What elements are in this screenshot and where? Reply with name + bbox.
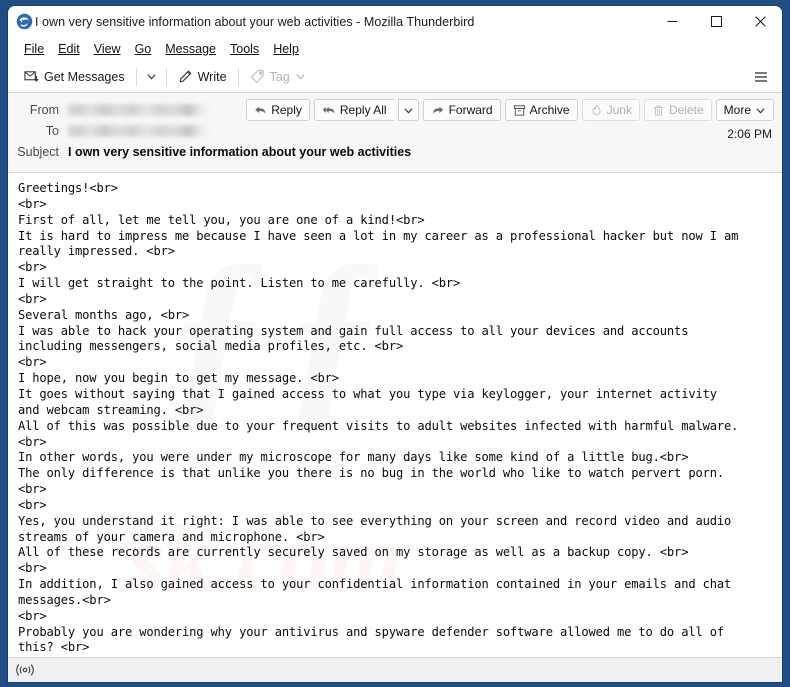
hamburger-menu-icon <box>755 72 767 82</box>
to-value-redacted[interactable] <box>68 124 208 137</box>
window-controls <box>650 6 782 37</box>
minimize-button[interactable] <box>650 6 694 37</box>
menu-edit-label: Edit <box>58 42 80 56</box>
window-title: I own very sensitive information about y… <box>35 14 475 29</box>
chevron-down-icon <box>404 107 413 114</box>
menu-tools[interactable]: Tools <box>223 40 266 58</box>
broadcast-glyph <box>16 664 34 676</box>
get-messages-label: Get Messages <box>44 69 125 84</box>
reply-all-arrow-icon <box>322 106 335 114</box>
online-broadcast-icon[interactable] <box>16 663 34 677</box>
menu-message[interactable]: Message <box>158 40 223 58</box>
header-row-to: To <box>16 120 774 141</box>
reply-all-label: Reply All <box>339 103 387 117</box>
write-label: Write <box>197 69 227 84</box>
forward-arrow-icon <box>432 106 443 114</box>
menu-help[interactable]: Help <box>266 40 306 58</box>
menu-go[interactable]: Go <box>128 40 159 58</box>
junk-label: Junk <box>606 103 632 117</box>
delete-button[interactable]: Delete <box>643 99 712 121</box>
delete-label: Delete <box>668 103 704 117</box>
app-menu-button[interactable] <box>750 66 772 88</box>
menu-view[interactable]: View <box>87 40 128 58</box>
pencil-icon <box>179 70 191 83</box>
maximize-button[interactable] <box>694 6 738 37</box>
more-button[interactable]: More <box>715 99 774 121</box>
title-bar: I own very sensitive information about y… <box>8 6 782 37</box>
subject-value: I own very sensitive information about y… <box>68 144 412 159</box>
message-body-pane[interactable]: ƒƒ sk.com Greetings!<br> <br> First of a… <box>8 173 782 657</box>
menu-go-label: Go <box>134 42 152 56</box>
chevron-down-icon <box>147 74 156 80</box>
minimize-icon <box>667 21 677 22</box>
write-button[interactable]: Write <box>172 65 233 89</box>
message-time: 2:06 PM <box>727 127 772 141</box>
reply-all-dropdown-button[interactable] <box>397 99 419 121</box>
forward-button[interactable]: Forward <box>422 99 501 121</box>
reply-label: Reply <box>271 103 302 117</box>
main-toolbar: Get Messages Write Tag <box>8 61 782 93</box>
envelope-download-icon <box>24 71 39 82</box>
from-value-redacted[interactable] <box>68 103 208 116</box>
junk-button[interactable]: Junk <box>581 99 640 121</box>
reply-button[interactable]: Reply <box>246 99 310 121</box>
message-header-pane: From To Subject I own very sensitive inf… <box>8 93 782 173</box>
more-label: More <box>723 103 751 117</box>
menu-message-label: Message <box>165 42 216 56</box>
chevron-down-icon <box>756 107 765 114</box>
toolbar-separator-3 <box>237 67 239 86</box>
menu-help-label: Help <box>273 42 299 56</box>
menu-view-label: View <box>93 42 121 56</box>
chevron-down-icon <box>296 74 305 80</box>
trash-can-icon <box>654 105 663 115</box>
thunderbird-window: I own very sensitive information about y… <box>8 6 782 682</box>
get-messages-dropdown-button[interactable] <box>142 65 161 89</box>
from-label: From <box>29 102 59 117</box>
desktop-background: I own very sensitive information about y… <box>0 0 790 687</box>
menu-file[interactable]: File <box>17 40 51 58</box>
header-row-subject: Subject I own very sensitive information… <box>16 141 774 162</box>
menu-file-label: File <box>24 42 45 56</box>
reply-arrow-icon <box>255 106 266 114</box>
toolbar-separator-2 <box>165 67 167 86</box>
subject-label: Subject <box>17 144 59 159</box>
menu-bar: File Edit View Go Message Tools Help <box>8 37 782 61</box>
get-messages-button[interactable]: Get Messages <box>18 65 131 89</box>
close-icon <box>754 16 766 27</box>
message-action-buttons: Reply Reply All Forward Archive Junk Del… <box>246 99 774 121</box>
archive-box-icon <box>513 104 525 116</box>
thunderbird-icon <box>16 13 33 30</box>
to-label: To <box>45 123 59 138</box>
archive-button[interactable]: Archive <box>504 99 578 121</box>
tag-label: Tag <box>269 69 290 84</box>
menu-edit[interactable]: Edit <box>51 40 87 58</box>
tag-icon <box>250 70 264 83</box>
toolbar-separator-1 <box>135 67 137 86</box>
close-button[interactable] <box>738 6 782 37</box>
junk-flame-icon <box>592 103 601 115</box>
tag-button[interactable]: Tag <box>244 65 312 89</box>
message-body-text: Greetings!<br> <br> First of all, let me… <box>18 181 739 655</box>
archive-label: Archive <box>529 103 570 117</box>
maximize-icon <box>710 16 722 27</box>
menu-tools-label: Tools <box>230 42 260 56</box>
reply-all-button[interactable]: Reply All <box>313 99 394 121</box>
status-bar <box>8 657 782 682</box>
forward-label: Forward <box>448 103 493 117</box>
